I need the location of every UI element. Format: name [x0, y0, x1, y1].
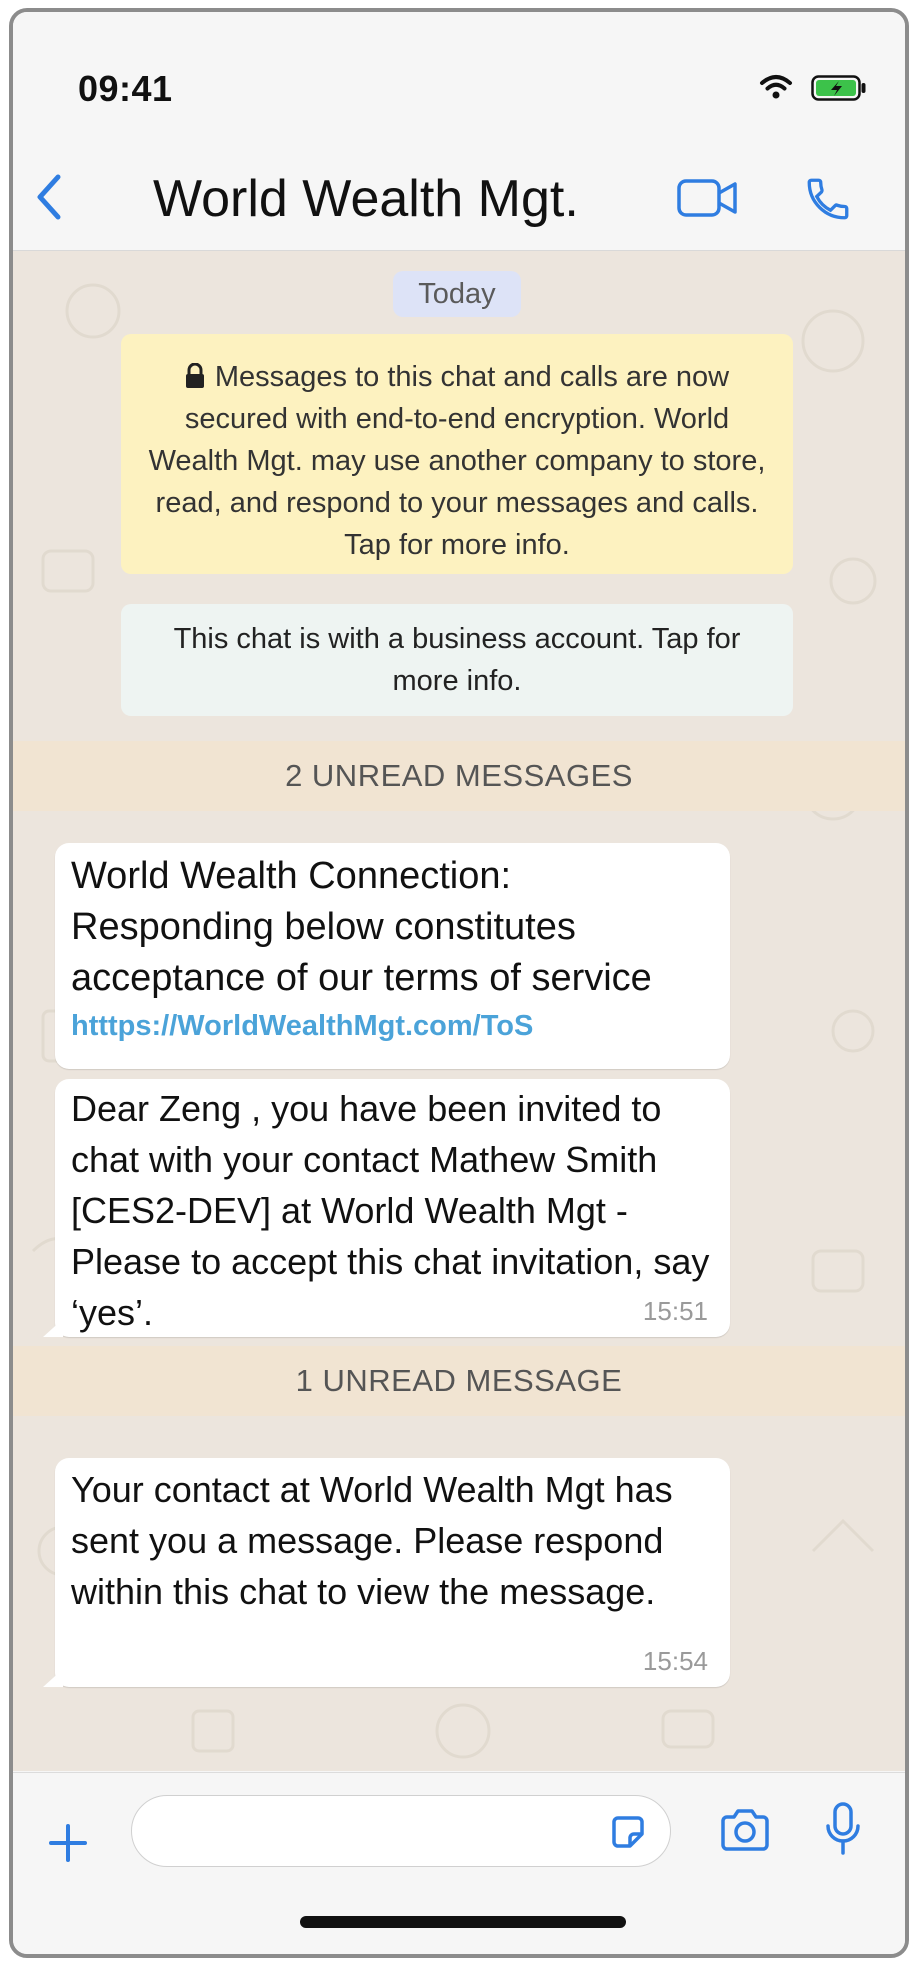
chat-area[interactable]: Today Messages to this chat and calls ar…	[13, 251, 905, 1771]
business-account-notice[interactable]: This chat is with a business account. Ta…	[121, 604, 793, 716]
lock-icon	[185, 363, 204, 388]
back-chevron-icon[interactable]	[31, 172, 65, 222]
message-bubble[interactable]: Dear Zeng , you have been invited to cha…	[43, 1079, 730, 1337]
terms-link[interactable]: htttps://WorldWealthMgt.com/ToS	[71, 1010, 714, 1043]
status-time: 09:41	[78, 68, 173, 109]
message-text: Dear Zeng , you have been invited to cha…	[71, 1088, 710, 1333]
phone-frame: 09:41 World Wealth Mgt. Today Messages t…	[9, 8, 909, 1958]
date-label: Today	[393, 271, 521, 317]
encryption-notice[interactable]: Messages to this chat and calls are now …	[121, 334, 793, 574]
status-bar: 09:41	[13, 12, 905, 122]
phone-call-icon[interactable]	[803, 174, 853, 224]
message-bubble[interactable]: Your contact at World Wealth Mgt has sen…	[43, 1458, 730, 1687]
unread-banner: 2 UNREAD MESSAGES	[13, 741, 905, 811]
wifi-icon	[760, 75, 792, 99]
microphone-icon[interactable]	[825, 1801, 861, 1857]
unread-banner: 1 UNREAD MESSAGE	[13, 1346, 905, 1416]
bubble-tail	[43, 1319, 63, 1337]
camera-icon[interactable]	[719, 1809, 771, 1851]
message-input[interactable]	[156, 1810, 590, 1854]
message-text: Your contact at World Wealth Mgt has sen…	[71, 1469, 673, 1612]
chat-title[interactable]: World Wealth Mgt.	[153, 169, 579, 229]
bubble-tail	[43, 1669, 63, 1687]
message-text: World Wealth Connection: Responding belo…	[71, 855, 652, 999]
message-bubble[interactable]: World Wealth Connection: Responding belo…	[55, 843, 730, 1069]
message-time: 15:54	[642, 1646, 708, 1676]
battery-icon	[811, 75, 866, 101]
input-bar	[13, 1772, 905, 1954]
message-time: 15:51	[642, 1296, 708, 1326]
encryption-notice-text: Messages to this chat and calls are now …	[148, 361, 766, 561]
sticker-icon[interactable]	[608, 1812, 648, 1852]
home-indicator	[300, 1916, 626, 1928]
video-call-icon[interactable]	[677, 178, 739, 218]
chat-header: World Wealth Mgt.	[13, 122, 905, 251]
message-input-field[interactable]	[131, 1795, 671, 1867]
plus-icon[interactable]	[48, 1823, 88, 1863]
